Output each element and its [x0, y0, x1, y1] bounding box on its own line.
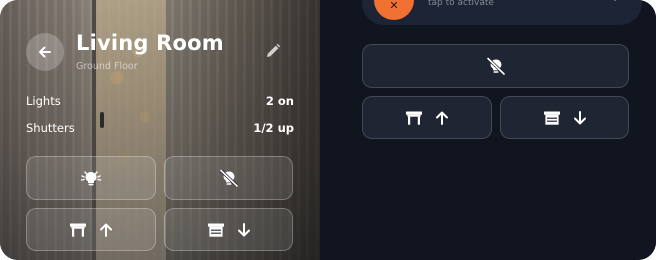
shutters-up-button[interactable] [26, 208, 156, 251]
scene-hint: tap to activate [428, 0, 494, 8]
app-frame: Living Room Ground Floor Lights 2 on Shu… [0, 0, 656, 260]
room-title: Living Room [76, 31, 224, 55]
scene-card[interactable]: ✕ tap to activate [362, 0, 642, 25]
lightbulb-off-icon [486, 57, 505, 75]
arrow-left-icon [39, 46, 51, 58]
lights-stat-label: Lights [26, 94, 61, 108]
room-floor: Ground Floor [76, 61, 138, 72]
all-shutters-up-button[interactable] [362, 96, 492, 139]
arrow-up-icon [100, 223, 112, 237]
scene-activate-button[interactable]: ✕ [374, 0, 414, 20]
shutters-stat-value: 1/2 up [253, 121, 294, 135]
all-shutters-down-button[interactable] [500, 96, 629, 139]
arrow-down-icon [237, 222, 250, 236]
arrow-up-icon [436, 111, 448, 125]
shutter-closed-icon [207, 223, 224, 237]
close-icon: ✕ [389, 0, 399, 12]
shutters-stat: Shutters 1/2 up [26, 121, 294, 135]
back-button[interactable] [26, 33, 64, 71]
lights-stat: Lights 2 on [26, 94, 294, 108]
controls-panel: ✕ tap to activate [320, 0, 656, 260]
shutter-open-icon [406, 111, 422, 125]
shutters-stat-label: Shutters [26, 121, 75, 135]
room-card: Living Room Ground Floor Lights 2 on Shu… [0, 0, 320, 260]
shutter-open-icon [70, 223, 86, 237]
all-lights-off-button[interactable] [362, 44, 629, 88]
lights-on-button[interactable] [26, 156, 156, 200]
pencil-icon[interactable] [264, 42, 282, 60]
lightbulb-off-icon [219, 169, 238, 187]
lights-off-button[interactable] [164, 156, 293, 200]
shutter-closed-icon [543, 111, 560, 125]
shutters-down-button[interactable] [164, 208, 293, 251]
arrow-down-icon [573, 110, 586, 124]
chevron-down-icon[interactable] [610, 0, 620, 1]
lightbulb-icon [80, 171, 102, 186]
lights-stat-value: 2 on [265, 94, 294, 108]
